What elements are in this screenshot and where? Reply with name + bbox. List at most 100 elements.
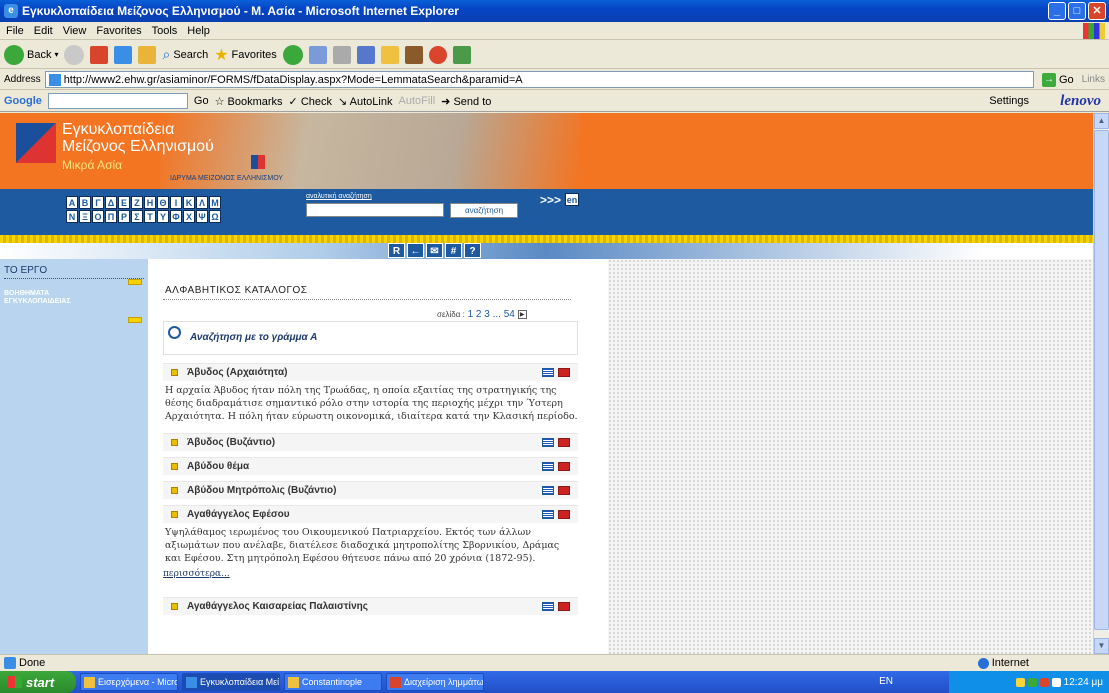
letter-link[interactable]: Ξ xyxy=(79,210,91,223)
greek-flag-icon[interactable] xyxy=(542,368,554,377)
pager-pages[interactable]: 1 2 3 ... 54 xyxy=(468,309,515,320)
menu-favorites[interactable]: Favorites xyxy=(96,25,141,37)
letter-link[interactable]: Σ xyxy=(131,210,143,223)
greek-flag-icon[interactable] xyxy=(542,462,554,471)
letter-link[interactable]: Ι xyxy=(170,196,182,209)
uk-flag-icon[interactable] xyxy=(558,368,570,377)
people-button[interactable] xyxy=(452,45,471,64)
back-button[interactable]: Back ▾ xyxy=(4,44,58,65)
search-button[interactable]: ⌕ Search xyxy=(162,46,208,63)
greek-flag-icon[interactable] xyxy=(542,486,554,495)
uk-flag-icon[interactable] xyxy=(558,510,570,519)
letter-link[interactable]: Θ xyxy=(157,196,169,209)
site-search-input[interactable] xyxy=(306,203,444,217)
scroll-thumb[interactable] xyxy=(1094,130,1109,630)
letter-link[interactable]: Δ xyxy=(105,196,117,209)
letter-link[interactable]: Μ xyxy=(209,196,221,209)
menu-edit[interactable]: Edit xyxy=(34,25,53,37)
google-sendto-button[interactable]: ➜ Send to xyxy=(441,95,491,108)
lemma-header[interactable]: Αβύδου θέμα xyxy=(163,457,578,475)
nav-item-work[interactable]: ΤΟ ΕΡΓΟ xyxy=(4,265,144,279)
lemma-title[interactable]: Αβύδου θέμα xyxy=(187,461,249,472)
scroll-up-button[interactable]: ▲ xyxy=(1094,113,1109,129)
menu-help[interactable]: Help xyxy=(187,25,210,37)
expand-button[interactable] xyxy=(128,279,142,285)
greek-flag-icon[interactable] xyxy=(542,510,554,519)
lemma-title[interactable]: Αβύδου Μητρόπολις (Βυζάντιο) xyxy=(187,485,336,496)
taskbar-item[interactable]: Εγκυκλοπαίδεια Μείζο... xyxy=(182,673,280,691)
messenger-button[interactable] xyxy=(428,45,447,64)
english-language-button[interactable]: en xyxy=(565,193,579,206)
google-settings-button[interactable]: Settings xyxy=(989,95,1029,107)
taskbar-item[interactable]: Διαχείριση λημμάτων ... xyxy=(386,673,484,691)
stop-button[interactable] xyxy=(90,45,109,64)
letter-link[interactable]: Ρ xyxy=(118,210,130,223)
grid-icon[interactable]: # xyxy=(445,243,462,258)
google-autolink-button[interactable]: ↘ AutoLink xyxy=(338,95,392,108)
uk-flag-icon[interactable] xyxy=(558,462,570,471)
letter-link[interactable]: Η xyxy=(144,196,156,209)
mail-icon[interactable]: ✉ xyxy=(426,243,443,258)
mail-button[interactable] xyxy=(308,45,327,64)
clock[interactable]: 12:24 μμ xyxy=(1064,677,1103,688)
menu-file[interactable]: File xyxy=(6,25,24,37)
lemma-title[interactable]: Άβυδος (Βυζάντιο) xyxy=(187,437,275,448)
google-search-input[interactable] xyxy=(47,93,188,109)
lemma-header[interactable]: Άβυδος (Βυζάντιο) xyxy=(163,433,578,451)
close-button[interactable]: ✕ xyxy=(1088,2,1106,20)
lemma-title[interactable]: Αγαθάγγελος Καισαρείας Παλαιστίνης xyxy=(187,601,368,612)
letter-link[interactable]: Ω xyxy=(209,210,221,223)
letter-link[interactable]: Κ xyxy=(183,196,195,209)
lemma-header[interactable]: Αβύδου Μητρόπολις (Βυζάντιο) xyxy=(163,481,578,499)
lemma-header[interactable]: Άβυδος (Αρχαιότητα) xyxy=(163,363,578,381)
edit-button[interactable] xyxy=(356,45,375,64)
letter-link[interactable]: Τ xyxy=(144,210,156,223)
letter-link[interactable]: Φ xyxy=(170,210,182,223)
google-autofill-button[interactable]: AutoFill xyxy=(398,95,435,107)
lemma-header[interactable]: Αγαθάγγελος Εφέσου xyxy=(163,505,578,523)
lemma-header[interactable]: Αγαθάγγελος Καισαρείας Παλαιστίνης xyxy=(163,597,578,615)
uk-flag-icon[interactable] xyxy=(558,438,570,447)
google-go-button[interactable]: Go xyxy=(194,95,209,107)
print-button[interactable] xyxy=(332,45,351,64)
menu-tools[interactable]: Tools xyxy=(152,25,178,37)
taskbar-item[interactable]: Constantinople xyxy=(284,673,382,691)
refresh-button[interactable] xyxy=(114,45,133,64)
google-bookmarks-button[interactable]: ☆ Bookmarks xyxy=(215,95,283,108)
read-more-link[interactable]: περισσότερα... xyxy=(163,569,578,579)
letter-link[interactable]: Ο xyxy=(92,210,104,223)
letter-link[interactable]: Ε xyxy=(118,196,130,209)
uk-flag-icon[interactable] xyxy=(558,602,570,611)
letter-link[interactable]: Χ xyxy=(183,210,195,223)
uk-flag-icon[interactable] xyxy=(558,486,570,495)
tray-icon[interactable] xyxy=(1015,677,1025,687)
r-icon[interactable]: R xyxy=(388,243,405,258)
letter-link[interactable]: Ν xyxy=(66,210,78,223)
folder-button[interactable] xyxy=(380,45,399,64)
favorites-button[interactable]: ★ Favorites xyxy=(214,45,277,65)
letter-link[interactable]: Ζ xyxy=(131,196,143,209)
forward-button[interactable] xyxy=(64,44,85,65)
letter-link[interactable]: Β xyxy=(79,196,91,209)
advanced-search-link[interactable]: αναλυτική αναζήτηση xyxy=(306,193,372,200)
language-indicator[interactable]: EN xyxy=(879,676,893,687)
tray-icon[interactable] xyxy=(1027,677,1037,687)
history-button[interactable] xyxy=(282,44,303,65)
tray-icon[interactable] xyxy=(1039,677,1049,687)
greek-flag-icon[interactable] xyxy=(542,602,554,611)
research-button[interactable] xyxy=(404,45,423,64)
scroll-down-button[interactable]: ▼ xyxy=(1094,638,1109,654)
taskbar-item[interactable]: Εισερχόμενα - Micros... xyxy=(80,673,178,691)
links-button[interactable]: Links xyxy=(1082,74,1109,85)
back-arrow-icon[interactable]: ← xyxy=(407,243,424,258)
menu-view[interactable]: View xyxy=(63,25,87,37)
lemma-title[interactable]: Αγαθάγγελος Εφέσου xyxy=(187,509,290,520)
nav-item-aids[interactable]: ΒΟΗΘΗΜΑΤΑ ΕΓΚΥΚΛΟΠΑΙΔΕΙΑΣ xyxy=(4,290,144,306)
minimize-button[interactable]: _ xyxy=(1048,2,1066,20)
address-input[interactable]: http://www2.ehw.gr/asiaminor/FORMS/fData… xyxy=(44,71,1034,88)
google-check-button[interactable]: ✓ Check xyxy=(289,95,332,108)
vertical-scrollbar[interactable]: ▲ ▼ xyxy=(1093,113,1109,654)
expand-button[interactable] xyxy=(128,317,142,323)
maximize-button[interactable]: □ xyxy=(1068,2,1086,20)
lemma-title[interactable]: Άβυδος (Αρχαιότητα) xyxy=(187,367,287,378)
